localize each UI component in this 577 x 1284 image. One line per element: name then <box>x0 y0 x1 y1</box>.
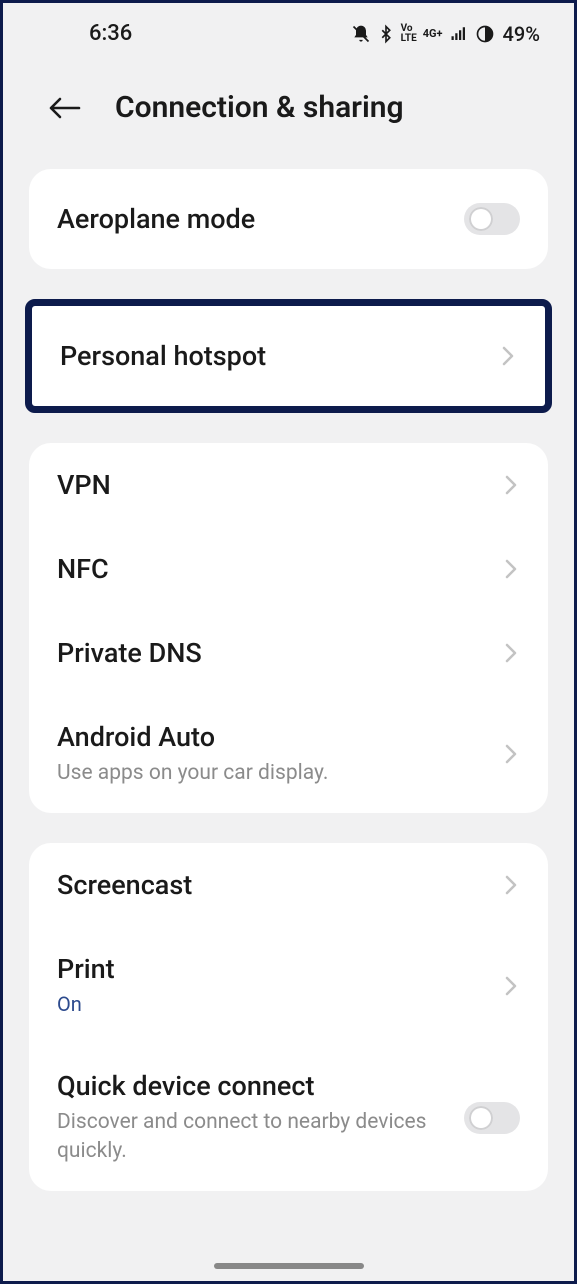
row-quick-device-connect[interactable]: Quick device connect Discover and connec… <box>29 1044 548 1191</box>
page-title: Connection & sharing <box>115 90 404 125</box>
aeroplane-label: Aeroplane mode <box>57 203 464 235</box>
battery-icon <box>475 24 495 44</box>
vpn-label: VPN <box>57 469 502 501</box>
status-icons: VoLTE 4G+ <box>351 24 495 44</box>
volte-icon: VoLTE <box>401 24 417 44</box>
quick-toggle[interactable] <box>464 1102 520 1134</box>
row-aeroplane-mode[interactable]: Aeroplane mode <box>29 169 548 269</box>
aeroplane-toggle[interactable] <box>464 203 520 235</box>
dns-label: Private DNS <box>57 637 502 669</box>
card-screen: Screencast Print On Quick device connect… <box>29 843 548 1191</box>
toggle-knob <box>469 1106 493 1130</box>
bluetooth-icon <box>377 24 395 44</box>
chevron-right-icon <box>502 871 520 899</box>
hotspot-label: Personal hotspot <box>60 340 499 372</box>
row-print[interactable]: Print On <box>29 927 548 1044</box>
card-hotspot: Personal hotspot <box>25 299 552 413</box>
auto-sub: Use apps on your car display. <box>57 759 502 787</box>
screencast-label: Screencast <box>57 869 502 901</box>
chevron-right-icon <box>502 972 520 1000</box>
back-button[interactable] <box>47 94 83 122</box>
home-indicator[interactable] <box>214 1263 364 1269</box>
nfc-label: NFC <box>57 553 502 585</box>
print-sub: On <box>57 991 502 1018</box>
network-4g-icon: 4G+ <box>423 27 443 40</box>
status-time: 6:36 <box>89 21 132 46</box>
page-header: Connection & sharing <box>3 54 574 169</box>
row-android-auto[interactable]: Android Auto Use apps on your car displa… <box>29 695 548 813</box>
signal-icon <box>449 25 469 43</box>
status-right: VoLTE 4G+ 49% <box>351 22 540 46</box>
chevron-right-icon <box>502 555 520 583</box>
row-private-dns[interactable]: Private DNS <box>29 611 548 695</box>
print-label: Print <box>57 953 502 985</box>
quick-label: Quick device connect <box>57 1070 437 1102</box>
status-battery: 49% <box>503 22 540 46</box>
row-vpn[interactable]: VPN <box>29 443 548 527</box>
card-network: VPN NFC Private DNS Android Auto Use app… <box>29 443 548 813</box>
chevron-right-icon <box>502 471 520 499</box>
status-bar: 6:36 VoLTE 4G+ 49% <box>3 3 574 54</box>
quick-sub: Discover and connect to nearby devices q… <box>57 1108 437 1165</box>
chevron-right-icon <box>502 639 520 667</box>
mute-icon <box>351 24 371 44</box>
row-nfc[interactable]: NFC <box>29 527 548 611</box>
chevron-right-icon <box>502 740 520 768</box>
chevron-right-icon <box>499 342 517 370</box>
toggle-knob <box>469 207 493 231</box>
card-aeroplane: Aeroplane mode <box>29 169 548 269</box>
auto-label: Android Auto <box>57 721 502 753</box>
row-screencast[interactable]: Screencast <box>29 843 548 927</box>
row-personal-hotspot[interactable]: Personal hotspot <box>32 306 545 406</box>
